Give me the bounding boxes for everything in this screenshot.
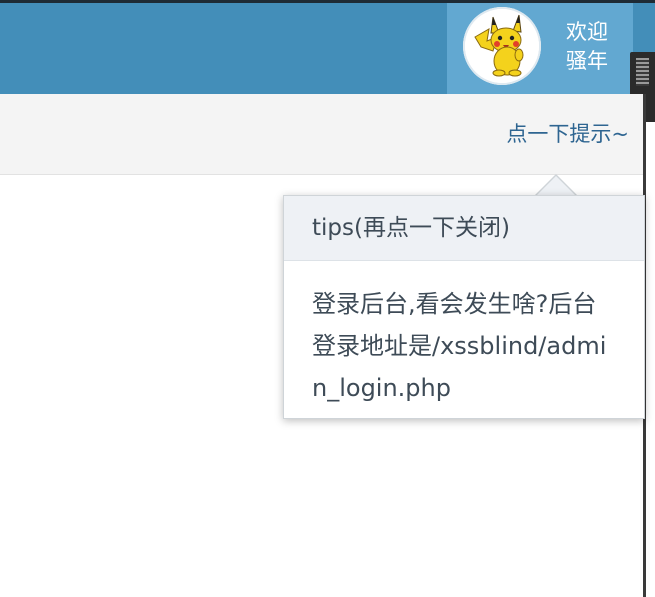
- grip-icon: [636, 58, 649, 86]
- hint-link[interactable]: 点一下提示~: [506, 118, 629, 148]
- pikachu-icon: [465, 9, 539, 83]
- popover-title[interactable]: tips(再点一下关闭): [284, 196, 644, 261]
- avatar[interactable]: [463, 7, 541, 85]
- welcome-text: 欢迎 骚年: [566, 18, 608, 76]
- popover-arrow-fill: [535, 176, 577, 197]
- tips-popover: tips(再点一下关闭) 登录后台,看会发生啥?后台登录地址是/xssblind…: [283, 195, 645, 419]
- breadcrumb-bar: 点一下提示~: [0, 94, 643, 175]
- welcome-line-2: 骚年: [566, 49, 608, 73]
- welcome-line-1: 欢迎: [566, 20, 608, 44]
- popover-body: 登录后台,看会发生啥?后台登录地址是/xssblind/admin_login.…: [312, 290, 607, 402]
